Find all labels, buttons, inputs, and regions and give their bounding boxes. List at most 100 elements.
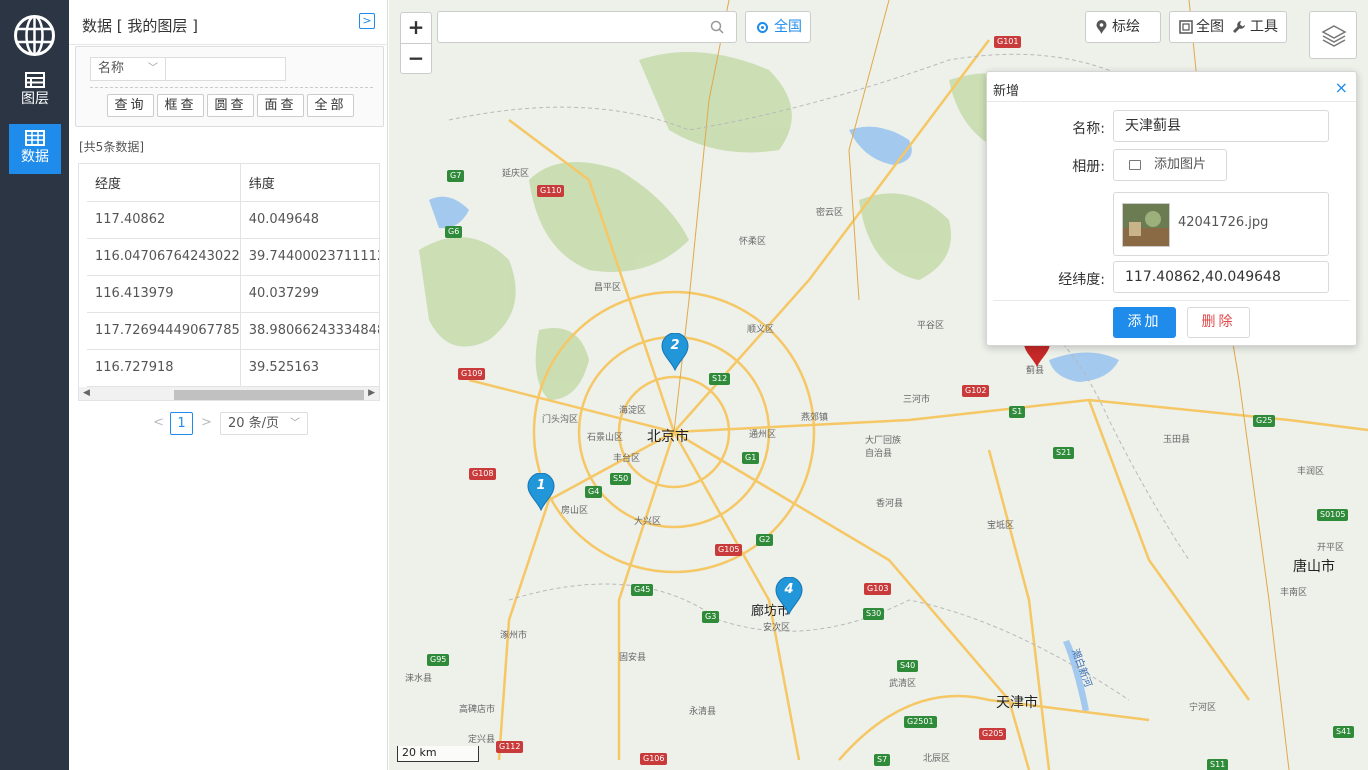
name-label: 名称: [1072, 121, 1105, 137]
dialog-title: 新增 [993, 84, 1020, 99]
panel-title: 数据 [ 我的图层 ] [82, 17, 199, 35]
marker-number: 4 [784, 582, 794, 597]
rail-item-layers[interactable]: 图层 [9, 66, 61, 116]
query-button[interactable]: 查询 [107, 94, 154, 117]
full-view-button[interactable]: 全图 [1196, 12, 1224, 42]
add-image-button[interactable]: 添加图片 [1113, 149, 1227, 181]
map-city-label: 天津市 [996, 695, 1038, 711]
query-input[interactable] [166, 57, 286, 81]
map-district-label: 高碑店市 [459, 705, 496, 715]
scrollbar-thumb[interactable] [174, 390, 364, 400]
add-feature-dialog: 新增 × 名称: 天津蓟县 相册: 添加图片 42041726.jpg 经纬度:… [986, 71, 1357, 346]
all-button[interactable]: 全部 [307, 94, 354, 117]
field-select-value: 名称 [98, 61, 125, 76]
cell-lat: 40.049648 [240, 201, 379, 239]
polygon-query-button[interactable]: 面查 [257, 94, 304, 117]
name-field[interactable]: 天津蓟县 [1113, 110, 1329, 142]
horizontal-scrollbar[interactable]: ◀ ▶ [79, 387, 379, 400]
column-header-lat: 纬度 [240, 164, 379, 202]
tools-button[interactable]: 工具 [1250, 12, 1278, 42]
map-district-label: 丰南区 [1280, 588, 1308, 598]
cell-lng: 116.727918 [87, 349, 241, 387]
road-shield: G110 [537, 185, 565, 197]
road-shield: S30 [863, 608, 885, 620]
close-icon[interactable]: × [1335, 78, 1348, 97]
marker-number: 2 [670, 338, 680, 353]
full-view-icon[interactable] [1179, 20, 1193, 34]
file-name: 42041726.jpg [1178, 215, 1269, 230]
delete-button[interactable]: 删除 [1187, 307, 1250, 338]
road-shield: G103 [864, 583, 892, 595]
image-icon [1129, 160, 1141, 170]
table-row[interactable]: 117.72694449067785 38.98066243334848 [87, 312, 379, 350]
road-shield: S0105 [1317, 509, 1349, 521]
map-district-label: 燕郊镇 [801, 413, 829, 423]
rail-item-label: 数据 [21, 149, 49, 165]
road-shield: S40 [897, 660, 919, 672]
map-district-label: 密云区 [816, 208, 844, 218]
scroll-left-icon[interactable]: ◀ [83, 388, 90, 398]
map-district-label: 怀柔区 [739, 237, 767, 247]
field-select[interactable]: 名称 ﹀ [90, 57, 166, 81]
zoom-out-button[interactable]: − [401, 43, 431, 73]
map-marker[interactable]: 2 [661, 332, 689, 372]
map-district-label: 延庆区 [502, 169, 530, 179]
rail-item-data[interactable]: 数据 [9, 124, 61, 174]
zoom-in-button[interactable]: + [401, 13, 431, 43]
map-district-label: 三河市 [903, 395, 931, 405]
divider [993, 300, 1350, 301]
full-extent-button[interactable]: 全国 [745, 11, 811, 43]
lnglat-label: 经纬度: [1058, 272, 1105, 288]
collapse-panel-icon[interactable]: > [359, 13, 375, 29]
divider [69, 44, 388, 45]
column-header-lng: 经度 [87, 164, 241, 202]
road-shield: S7 [874, 754, 891, 766]
prev-page-icon[interactable]: < [153, 415, 164, 430]
road-shield: G112 [496, 741, 524, 753]
scroll-right-icon[interactable]: ▶ [368, 388, 375, 398]
map-marker[interactable]: 1 [527, 472, 555, 512]
wrench-icon[interactable] [1232, 20, 1246, 34]
map-district-label: 海淀区 [619, 406, 647, 416]
map-district-label: 通州区 [749, 430, 777, 440]
layer-switcher-button[interactable] [1309, 11, 1357, 59]
road-shield: S1 [1009, 406, 1026, 418]
next-page-icon[interactable]: > [201, 415, 212, 430]
map-district-label: 丰润区 [1297, 467, 1325, 477]
layers-list-icon [25, 72, 45, 88]
toolbar-group: 全图 工具 [1169, 11, 1287, 43]
zoom-control: + − [400, 12, 432, 74]
cell-lng: 116.413979 [87, 275, 241, 313]
circle-query-button[interactable]: 圆查 [207, 94, 254, 117]
road-shield: G7 [447, 170, 465, 182]
current-page[interactable]: 1 [170, 412, 193, 435]
lnglat-field[interactable]: 117.40862,40.049648 [1113, 261, 1329, 293]
map-district-label: 开平区 [1317, 543, 1345, 553]
map-district-label: 大厂回族自治县 [865, 436, 902, 459]
search-icon[interactable] [710, 20, 724, 34]
map-search-input[interactable] [437, 11, 737, 43]
rail-item-label: 图层 [21, 91, 49, 107]
add-button[interactable]: 添加 [1113, 307, 1176, 338]
road-shield: S50 [610, 473, 632, 485]
map-marker[interactable]: 4 [775, 576, 803, 616]
table-row[interactable]: 117.40862 40.049648 [87, 201, 379, 239]
cell-lng: 117.40862 [87, 201, 241, 239]
road-shield: G25 [1253, 415, 1276, 427]
map-district-label: 永清县 [689, 707, 717, 717]
road-shield: G2501 [904, 716, 937, 728]
table-row[interactable]: 116.04706764243022 39.74400023711112 [87, 238, 379, 276]
cell-lat: 39.74400023711112 [240, 238, 379, 276]
plot-button[interactable]: 标绘 [1085, 11, 1161, 43]
box-query-button[interactable]: 框查 [157, 94, 204, 117]
road-shield: G45 [631, 584, 654, 596]
map-district-label: 门头沟区 [542, 415, 579, 425]
uploaded-file-item[interactable]: 42041726.jpg [1113, 192, 1329, 256]
road-shield: G106 [640, 753, 668, 765]
image-thumbnail[interactable] [1122, 203, 1170, 247]
table-row[interactable]: 116.413979 40.037299 [87, 275, 379, 313]
album-label: 相册: [1072, 159, 1105, 175]
road-shield: G4 [585, 486, 603, 498]
page-size-select[interactable]: 20 条/页 ﹀ [220, 412, 308, 435]
table-row[interactable]: 116.727918 39.525163 [87, 349, 379, 387]
